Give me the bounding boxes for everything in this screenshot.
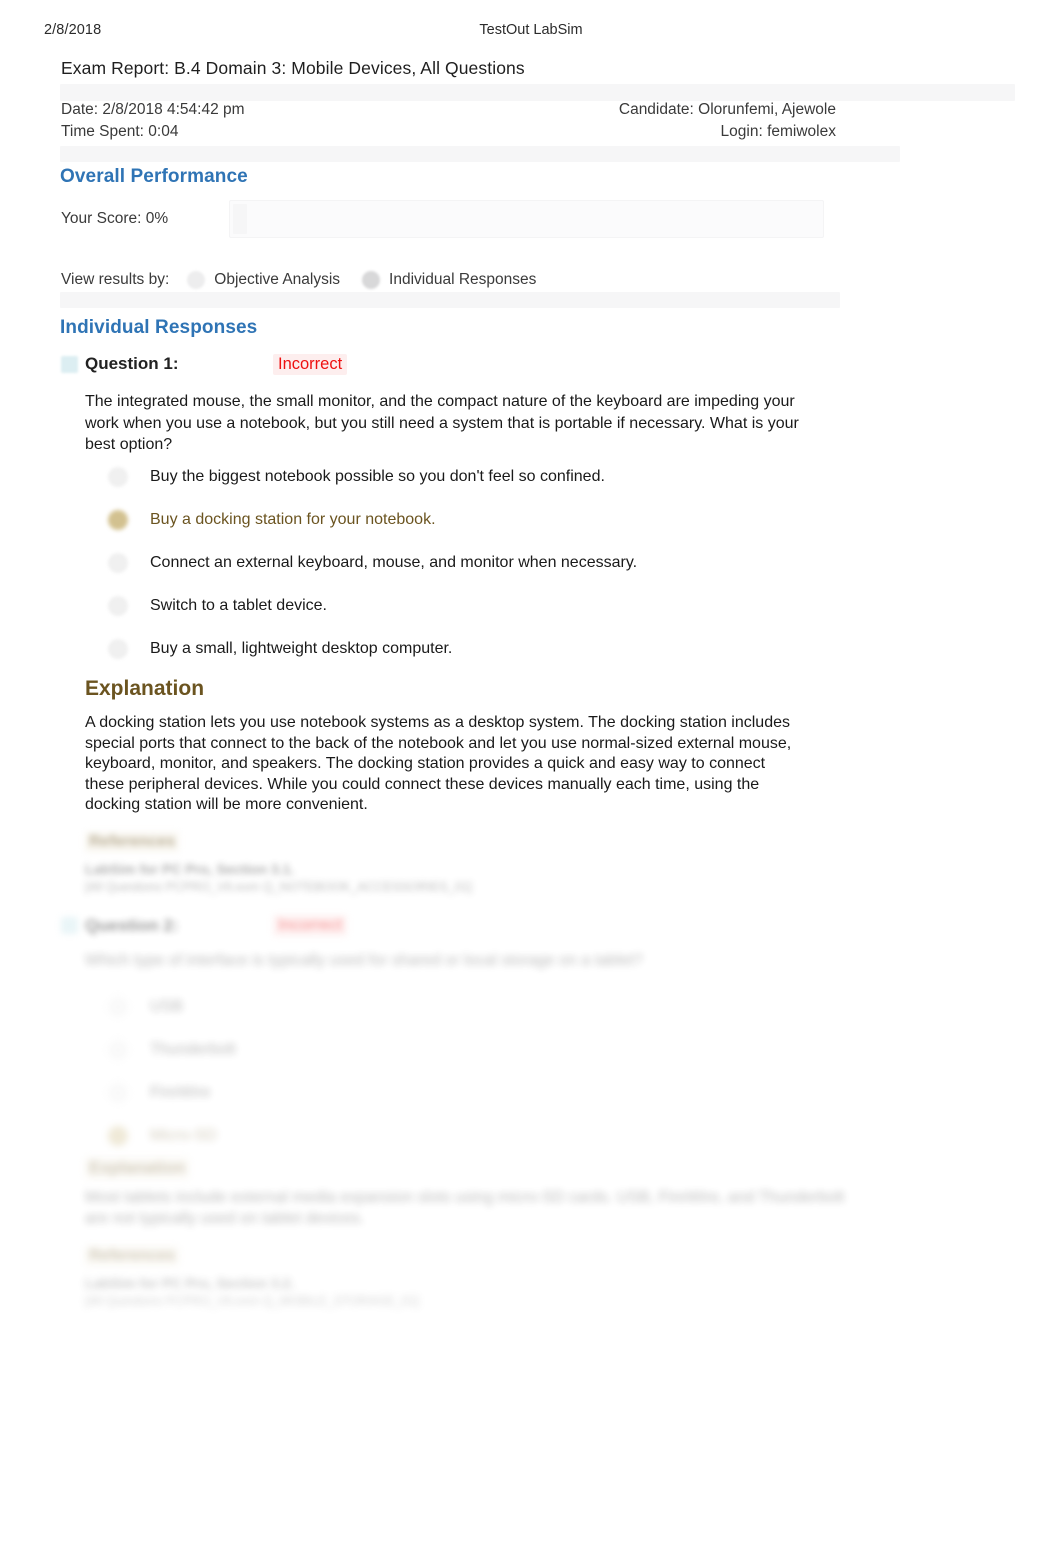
meta-row-date: Date: 2/8/2018 4:54:42 pm Candidate: Olo… — [61, 99, 836, 121]
question-label: Question 2: — [85, 915, 179, 935]
correct-answer-icon[interactable] — [108, 1125, 128, 1146]
page-header: 2/8/2018 TestOut LabSim — [0, 22, 1062, 44]
radio-unselected-icon[interactable] — [108, 553, 128, 573]
answer-option-label: FireWire — [150, 1083, 211, 1101]
radio-unselected-icon[interactable] — [108, 1082, 128, 1103]
radio-selected-icon[interactable] — [362, 271, 381, 289]
report-time-spent: Time Spent: 0:04 — [61, 123, 179, 140]
explanation-text: Most tablets include external media expa… — [85, 1189, 845, 1227]
view-results-by-label: View results by: — [61, 271, 170, 288]
reference-line: [All Questions PCPRO_V6.exm Q_NOTEBOOK_A… — [85, 880, 472, 894]
status-badge: Incorrect — [273, 353, 348, 375]
view-option-objective-analysis[interactable]: Objective Analysis — [187, 271, 340, 289]
references-section: References LabSim for PC Pro, Section 3.… — [85, 1246, 845, 1308]
report-login: Login: femiwolex — [720, 123, 836, 140]
question-text: Which type of interface is typically use… — [85, 952, 643, 969]
explanation-text: A docking station lets you use notebook … — [85, 714, 792, 813]
radio-unselected-icon[interactable] — [108, 1039, 128, 1060]
answer-option-label: Buy a small, lightweight desktop compute… — [150, 640, 453, 657]
question-text: The integrated mouse, the small monitor,… — [85, 393, 799, 453]
flag-icon — [61, 355, 78, 373]
answer-option-label: Buy a docking station for your notebook. — [150, 511, 436, 528]
divider-band-meta — [60, 146, 900, 162]
header-app-title: TestOut LabSim — [479, 22, 583, 38]
answer-option[interactable]: Thunderbolt — [108, 1028, 868, 1071]
overall-performance-heading: Overall Performance — [60, 166, 248, 187]
answer-option-label: Micro-SD — [150, 1126, 217, 1144]
answer-option-label: Connect an external keyboard, mouse, and… — [150, 554, 638, 571]
answer-option-label: Buy the biggest notebook possible so you… — [150, 468, 605, 485]
references-heading: References — [85, 832, 180, 852]
flag-icon — [61, 917, 78, 934]
answer-option[interactable]: Buy a small, lightweight desktop compute… — [108, 638, 838, 681]
meta-row-time: Time Spent: 0:04 Login: femiwolex — [61, 121, 836, 143]
radio-unselected-icon[interactable] — [187, 271, 206, 289]
individual-responses-heading: Individual Responses — [60, 317, 258, 338]
answer-option[interactable]: Switch to a tablet device. — [108, 595, 838, 638]
answer-option-correct[interactable]: Buy a docking station for your notebook. — [108, 509, 838, 552]
answer-options: Buy the biggest notebook possible so you… — [108, 466, 838, 681]
answer-option-label: Switch to a tablet device. — [150, 597, 327, 614]
page-title: Exam Report: B.4 Domain 3: Mobile Device… — [61, 58, 525, 78]
report-candidate: Candidate: Olorunfemi, Ajewole — [618, 101, 836, 118]
answer-option-label: USB — [150, 997, 183, 1015]
score-progress-bar — [229, 200, 824, 238]
score-progress-cap — [233, 204, 247, 234]
reference-line: [All Questions PCPRO_V6.exm Q_MOBILE_STO… — [85, 1294, 419, 1308]
reference-line: LabSim for PC Pro, Section 3.1. — [85, 861, 295, 877]
divider-band-viewby — [60, 292, 840, 308]
correct-answer-icon[interactable] — [108, 510, 128, 530]
explanation-heading: Explanation — [85, 677, 205, 700]
answer-option[interactable]: USB — [108, 985, 868, 1028]
references-section: References LabSim for PC Pro, Section 3.… — [85, 832, 845, 894]
answer-option[interactable]: Connect an external keyboard, mouse, and… — [108, 552, 838, 595]
radio-unselected-icon[interactable] — [108, 467, 128, 487]
report-meta: Date: 2/8/2018 4:54:42 pm Candidate: Olo… — [61, 99, 836, 143]
explanation-heading: Explanation — [85, 1157, 190, 1179]
report-date: Date: 2/8/2018 4:54:42 pm — [61, 101, 245, 118]
answer-options: USB Thunderbolt FireWire Micro-SD — [108, 985, 868, 1157]
radio-unselected-icon[interactable] — [108, 996, 128, 1017]
answer-option[interactable]: Buy the biggest notebook possible so you… — [108, 466, 838, 509]
question-header: Question 1: Incorrect — [61, 352, 348, 376]
answer-option-correct[interactable]: Micro-SD — [108, 1114, 868, 1157]
answer-option[interactable]: FireWire — [108, 1071, 868, 1114]
view-results-by: View results by: Objective Analysis Indi… — [61, 271, 558, 289]
view-option-individual-responses[interactable]: Individual Responses — [362, 271, 536, 289]
status-badge: Incorrect — [273, 915, 348, 936]
reference-line: LabSim for PC Pro, Section 3.2. — [85, 1275, 295, 1291]
question-label: Question 1: — [85, 354, 179, 373]
your-score-label: Your Score: 0% — [61, 210, 169, 227]
radio-unselected-icon[interactable] — [108, 639, 128, 659]
question-header: Question 2: Incorrect — [61, 915, 821, 936]
view-option-label: Individual Responses — [389, 271, 537, 288]
references-heading: References — [85, 1246, 180, 1266]
explanation-section: Explanation Most tablets include externa… — [85, 1157, 845, 1229]
radio-unselected-icon[interactable] — [108, 596, 128, 616]
view-option-label: Objective Analysis — [214, 271, 341, 288]
answer-option-label: Thunderbolt — [150, 1040, 236, 1058]
